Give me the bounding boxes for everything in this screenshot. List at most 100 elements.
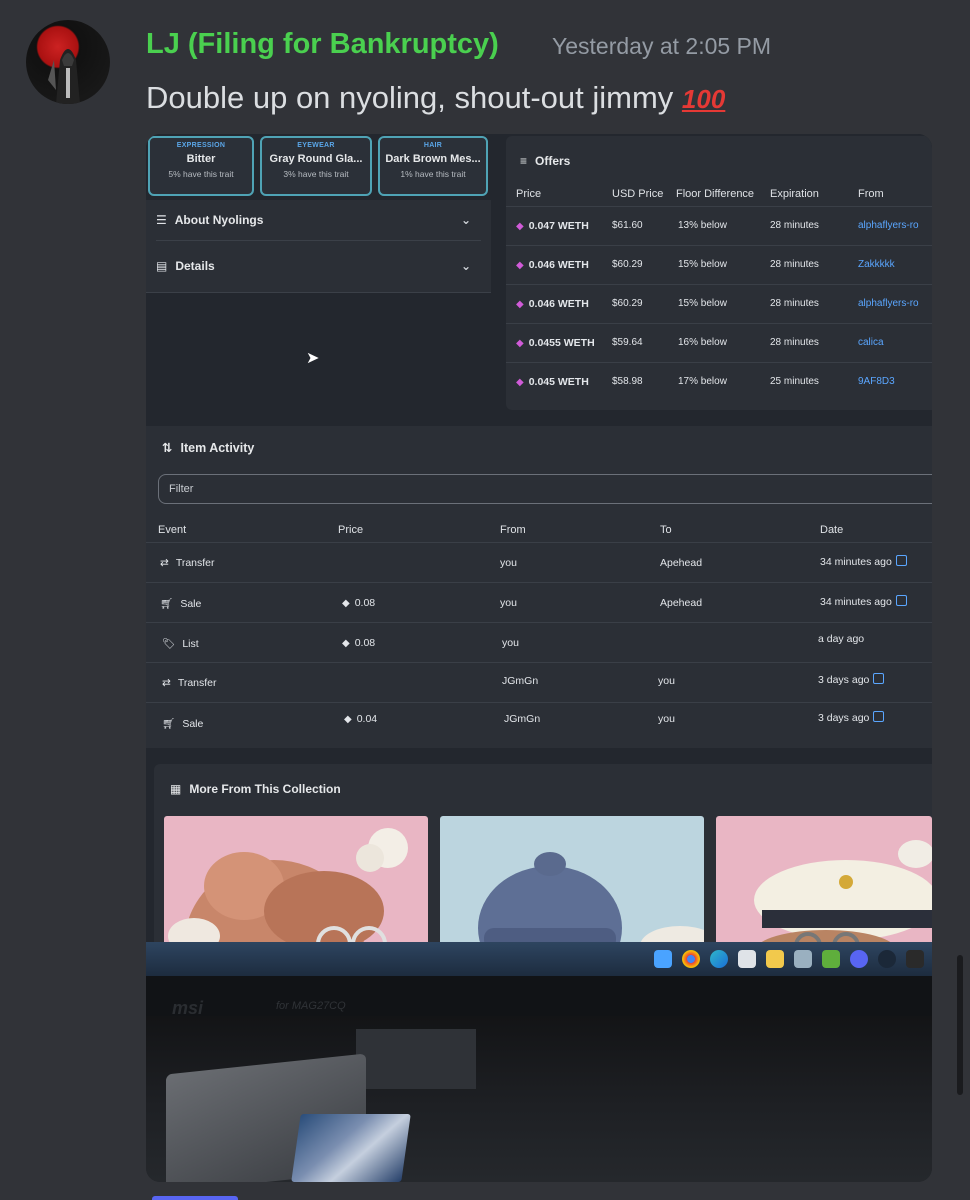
activity-header-price: Price [338, 524, 364, 536]
activity-row[interactable]: 🛒︎ Sale ◆ 0.08 you Apehead 34 minutes ago [146, 582, 932, 623]
nft-thumbnail-beanie [440, 816, 704, 956]
nft-card[interactable] [716, 816, 932, 956]
activity-event: Transfer [177, 677, 217, 689]
activity-date-link[interactable]: 3 days ago [818, 711, 885, 724]
nvidia-icon[interactable] [822, 950, 840, 968]
reaction-button[interactable] [152, 1196, 238, 1200]
activity-row[interactable]: ⇄ Transfer you Apehead 34 minutes ago [146, 542, 932, 583]
offers-title-text: Offers [535, 154, 571, 168]
steam-icon[interactable] [878, 950, 896, 968]
offer-price: 0.045 WETH [528, 376, 589, 388]
trait-card-hair[interactable]: HAIR Dark Brown Mes... 1% have this trai… [378, 136, 488, 196]
trait-rarity: 1% have this trait [400, 169, 466, 179]
offer-from-link[interactable]: Zakkkkk [858, 259, 895, 270]
store-icon[interactable] [738, 950, 756, 968]
offer-floor: 13% below [678, 220, 727, 231]
offer-from-link[interactable]: alphaflyers-ro [858, 220, 919, 231]
activity-from-link[interactable]: you [500, 597, 517, 609]
epic-games-icon[interactable] [906, 950, 924, 968]
activity-to-link[interactable]: Apehead [660, 597, 702, 609]
nft-card[interactable] [164, 816, 428, 956]
activity-date: 3 days ago [818, 712, 870, 724]
transfer-icon: ⇄ [162, 677, 171, 689]
offer-row[interactable]: ◆ 0.046 WETH $60.29 15% below 28 minutes … [506, 284, 932, 324]
activity-price: 0.08 [354, 637, 376, 649]
nft-card[interactable] [440, 816, 704, 956]
tag-icon: 🏷︎ [162, 638, 176, 650]
offer-row[interactable]: ◆ 0.046 WETH $60.29 15% below 28 minutes … [506, 245, 932, 285]
offer-floor: 17% below [678, 376, 727, 387]
filter-input[interactable]: Filter [158, 474, 932, 504]
xbox-icon[interactable] [794, 950, 812, 968]
activity-date: 34 minutes ago [820, 596, 892, 608]
activity-date: 34 minutes ago [820, 556, 892, 568]
offers-panel: ≡ Offers Price USD Price Floor Difference… [506, 136, 932, 410]
activity-event: Sale [182, 718, 204, 730]
activity-to-link[interactable]: you [658, 675, 675, 687]
activity-from-link[interactable]: you [500, 557, 517, 569]
activity-row[interactable]: 🏷︎ List ◆ 0.08 you a day ago [146, 622, 932, 663]
monitor-screen: EXPRESSION Bitter 5% have this trait EYE… [146, 134, 932, 964]
activity-to-link[interactable]: you [658, 713, 675, 725]
offer-expiration: 28 minutes [770, 220, 819, 231]
discord-icon[interactable] [850, 950, 868, 968]
trait-card-eyewear[interactable]: EYEWEAR Gray Round Gla... 3% have this t… [260, 136, 372, 196]
scrollbar[interactable] [957, 955, 963, 1095]
file-explorer-icon[interactable] [766, 950, 784, 968]
offer-floor: 15% below [678, 298, 727, 309]
details-accordion[interactable]: ▤ Details ⌄ [156, 246, 481, 286]
cart-icon: 🛒︎ [162, 718, 176, 730]
trait-rarity: 3% have this trait [283, 169, 349, 179]
windows-taskbar [146, 942, 932, 976]
activity-date-link[interactable]: 34 minutes ago [820, 595, 907, 608]
offer-usd: $58.98 [612, 376, 643, 387]
activity-date-link[interactable]: 3 days ago [818, 673, 885, 686]
activity-to-link[interactable]: Apehead [660, 557, 702, 569]
activity-date: 3 days ago [818, 674, 870, 686]
offer-row[interactable]: ◆ 0.0455 WETH $59.64 16% below 28 minutes… [506, 323, 932, 363]
photo-attachment[interactable]: EXPRESSION Bitter 5% have this trait EYE… [146, 134, 932, 1182]
chevron-down-icon: ⌄ [460, 259, 471, 273]
edge-icon[interactable] [710, 950, 728, 968]
details-label: Details [175, 259, 215, 273]
activity-row[interactable]: ⇄ Transfer JGmGn you 3 days ago [146, 662, 932, 703]
transfer-icon: ⇄ [160, 557, 169, 569]
offer-from-link[interactable]: alphaflyers-ro [858, 298, 919, 309]
activity-from-link[interactable]: JGmGn [504, 713, 540, 725]
eth-icon: ◆ [516, 260, 524, 271]
offer-expiration: 28 minutes [770, 337, 819, 348]
offer-from-link[interactable]: 9AF8D3 [858, 376, 895, 387]
list-icon: ≡ [520, 154, 528, 168]
offer-from-link[interactable]: calica [858, 337, 884, 348]
discord-message: LJ (Filing for Bankruptcy) Yesterday at … [0, 0, 970, 1200]
user-avatar[interactable] [26, 20, 110, 104]
offers-header-price: Price [516, 188, 542, 200]
chevron-down-icon: ⌄ [460, 213, 471, 227]
offer-row[interactable]: ◆ 0.047 WETH $61.60 13% below 28 minutes … [506, 206, 932, 246]
activity-date-link[interactable]: 34 minutes ago [820, 555, 907, 568]
chrome-icon[interactable] [682, 950, 700, 968]
offer-price: 0.046 WETH [528, 298, 589, 310]
monitor-bezel [146, 976, 932, 1016]
offer-row[interactable]: ◆ 0.045 WETH $58.98 17% below 25 minutes … [506, 362, 932, 402]
item-activity-title: ⇅ Item Activity [162, 440, 254, 455]
trait-card-expression[interactable]: EXPRESSION Bitter 5% have this trait [148, 136, 254, 196]
trait-category: EXPRESSION [176, 142, 226, 149]
about-label: About Nyolings [174, 213, 264, 227]
offers-header-usd: USD Price [612, 188, 664, 200]
eth-icon: ◆ [342, 638, 350, 649]
details-panel: ☰ About Nyolings ⌄ ▤ Details ⌄ [146, 200, 491, 293]
list-icon: ☰ [156, 213, 167, 227]
offer-price: 0.046 WETH [528, 259, 589, 271]
username[interactable]: LJ (Filing for Bankruptcy) [146, 28, 499, 61]
windows-start-icon[interactable] [654, 950, 672, 968]
activity-from-link[interactable]: JGmGn [502, 675, 538, 687]
swap-vertical-icon: ⇅ [162, 441, 173, 455]
trait-value: Gray Round Gla... [269, 153, 363, 165]
about-accordion[interactable]: ☰ About Nyolings ⌄ [156, 200, 481, 241]
offer-usd: $60.29 [612, 259, 643, 270]
cart-icon: 🛒︎ [160, 598, 174, 610]
activity-row[interactable]: 🛒︎ Sale ◆ 0.04 JGmGn you 3 days ago [146, 702, 932, 743]
activity-from-link[interactable]: you [502, 637, 519, 649]
eth-icon: ◆ [516, 299, 524, 310]
